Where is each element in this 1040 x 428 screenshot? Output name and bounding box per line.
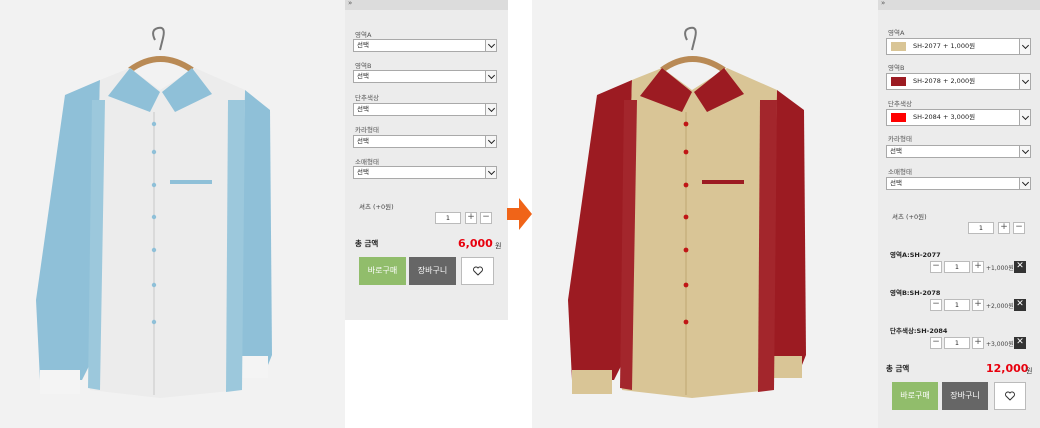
selected-plus-button[interactable]: + — [972, 337, 984, 349]
selected-minus-button[interactable]: − — [930, 337, 942, 349]
wishlist-button[interactable] — [994, 382, 1026, 410]
select-sleeve[interactable]: 선택 — [353, 166, 497, 179]
select-value: 선택 — [357, 72, 369, 80]
size-option-label: 셔츠 (+0원) — [359, 203, 394, 211]
remove-option-button[interactable]: ✕ — [1014, 299, 1026, 311]
chevron-down-icon[interactable] — [485, 104, 496, 115]
quantity-input[interactable]: 1 — [435, 212, 461, 224]
chevron-down-icon[interactable] — [485, 136, 496, 147]
select-area-a[interactable]: SH-2077 + 1,000원 — [886, 38, 1031, 55]
selected-quantity-input[interactable]: 1 — [944, 337, 970, 349]
selected-option-price: +2,000원 — [986, 303, 1014, 310]
shirt-preview-after — [532, 0, 878, 428]
selected-quantity-input[interactable]: 1 — [944, 299, 970, 311]
color-swatch — [891, 42, 906, 51]
quantity-minus-button[interactable]: − — [480, 212, 492, 224]
option-label-sleeve: 소매형태 — [355, 158, 379, 166]
select-sleeve[interactable]: 선택 — [886, 177, 1031, 190]
selected-option-name: 영역A:SH-2077 — [890, 251, 941, 259]
remove-option-button[interactable]: ✕ — [1014, 337, 1026, 349]
select-collar[interactable]: 선택 — [886, 145, 1031, 158]
selected-plus-button[interactable]: + — [972, 299, 984, 311]
total-unit: 원 — [1026, 367, 1033, 375]
option-panel-before: » 영역A 선택 영역B 선택 단추색상 선택 카라형태 선택 소매형태 선택 … — [345, 0, 508, 320]
color-swatch — [891, 77, 906, 86]
option-label-area-b: 영역B — [355, 62, 372, 70]
heart-icon — [472, 266, 483, 276]
option-label-area-b: 영역B — [888, 64, 905, 72]
select-button-color[interactable]: SH-2084 + 3,000원 — [886, 109, 1031, 126]
add-to-cart-button[interactable]: 장바구니 — [942, 382, 988, 410]
select-area-b[interactable]: SH-2078 + 2,000원 — [886, 73, 1031, 90]
color-swatch — [891, 113, 906, 122]
collapse-icon[interactable]: » — [348, 0, 352, 7]
add-to-cart-button[interactable]: 장바구니 — [409, 257, 456, 285]
selected-quantity-input[interactable]: 1 — [944, 261, 970, 273]
option-panel-after: » 영역A SH-2077 + 1,000원 영역B SH-2078 + 2,0… — [878, 0, 1040, 428]
chevron-down-icon[interactable] — [485, 71, 496, 82]
selected-option-name: 단추색상:SH-2084 — [890, 327, 948, 335]
comparison-canvas: » 영역A 선택 영역B 선택 단추색상 선택 카라형태 선택 소매형태 선택 … — [0, 0, 1040, 428]
total-price: 12,000 — [986, 362, 1029, 375]
select-area-b[interactable]: 선택 — [353, 70, 497, 83]
option-label-button-color: 단추색상 — [888, 100, 912, 108]
quantity-minus-button[interactable]: − — [1013, 222, 1025, 234]
total-unit: 원 — [495, 242, 502, 250]
shirt-before-image — [36, 26, 272, 398]
option-label-collar: 카라형태 — [888, 135, 912, 143]
total-price: 6,000 — [458, 237, 493, 250]
chevron-down-icon[interactable] — [1019, 74, 1030, 89]
remove-option-button[interactable]: ✕ — [1014, 261, 1026, 273]
chevron-down-icon[interactable] — [1019, 178, 1030, 189]
select-collar[interactable]: 선택 — [353, 135, 497, 148]
total-label: 총 금액 — [886, 364, 910, 373]
panel-collapse-bar[interactable]: » — [345, 0, 508, 10]
select-value: 선택 — [890, 179, 902, 187]
chevron-down-icon[interactable] — [485, 40, 496, 51]
select-value: 선택 — [357, 168, 369, 176]
select-value: SH-2078 + 2,000원 — [913, 77, 976, 85]
select-value: SH-2084 + 3,000원 — [913, 113, 976, 121]
selected-option-price: +1,000원 — [986, 265, 1014, 272]
chevron-down-icon[interactable] — [485, 167, 496, 178]
quantity-plus-button[interactable]: + — [465, 212, 477, 224]
shirt-preview-before — [0, 0, 345, 428]
chevron-down-icon[interactable] — [1019, 39, 1030, 54]
selected-option-price: +3,000원 — [986, 341, 1014, 348]
option-label-collar: 카라형태 — [355, 126, 379, 134]
option-label-area-a: 영역A — [355, 31, 372, 39]
select-value: SH-2077 + 1,000원 — [913, 42, 976, 50]
arrow-right-icon — [507, 198, 532, 230]
heart-icon — [1005, 391, 1015, 401]
wishlist-button[interactable] — [461, 257, 494, 285]
size-option-label: 셔츠 (+0원) — [892, 213, 927, 221]
chevron-down-icon[interactable] — [1019, 110, 1030, 125]
option-label-sleeve: 소매형태 — [888, 168, 912, 176]
shirt-after-image — [568, 26, 806, 398]
select-value: 선택 — [890, 147, 902, 155]
chevron-down-icon[interactable] — [1019, 146, 1030, 157]
selected-minus-button[interactable]: − — [930, 299, 942, 311]
select-value: 선택 — [357, 137, 369, 145]
buy-now-button[interactable]: 바로구매 — [359, 257, 406, 285]
option-label-button-color: 단추색상 — [355, 94, 379, 102]
buy-now-button[interactable]: 바로구매 — [892, 382, 938, 410]
select-value: 선택 — [357, 105, 369, 113]
quantity-plus-button[interactable]: + — [998, 222, 1010, 234]
selected-option-name: 영역B:SH-2078 — [890, 289, 941, 297]
collapse-icon[interactable]: » — [881, 0, 885, 7]
selected-minus-button[interactable]: − — [930, 261, 942, 273]
selected-plus-button[interactable]: + — [972, 261, 984, 273]
panel-collapse-bar[interactable]: » — [878, 0, 1040, 10]
select-value: 선택 — [357, 41, 369, 49]
select-button-color[interactable]: 선택 — [353, 103, 497, 116]
option-label-area-a: 영역A — [888, 29, 905, 37]
total-label: 총 금액 — [355, 239, 379, 248]
select-area-a[interactable]: 선택 — [353, 39, 497, 52]
quantity-input[interactable]: 1 — [968, 222, 994, 234]
